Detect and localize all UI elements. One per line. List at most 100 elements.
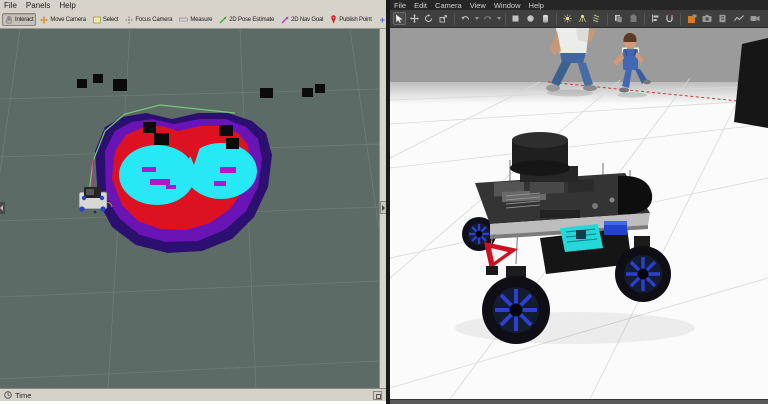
nav-goal-tool-button[interactable]: 2D Nav Goal xyxy=(278,13,326,26)
robot-wheel xyxy=(482,266,550,344)
video-record-button[interactable] xyxy=(748,12,761,25)
lidar-sensor xyxy=(510,132,578,182)
video-record-icon xyxy=(750,14,760,23)
copy-icon xyxy=(614,14,623,23)
toolbar-right-group xyxy=(700,12,761,25)
plot-button[interactable] xyxy=(732,12,745,25)
split-screen: File Panels Help Interact Move Camera xyxy=(0,0,768,404)
paste-button[interactable] xyxy=(627,12,640,25)
insert-box-button[interactable] xyxy=(510,12,523,25)
tool-label: 2D Nav Goal xyxy=(291,17,323,23)
align-button[interactable] xyxy=(649,12,662,25)
log-record-button[interactable] xyxy=(716,12,729,25)
rviz-3d-viewport[interactable] xyxy=(0,29,379,388)
spot-light-icon xyxy=(578,14,587,23)
time-panel-label: Time xyxy=(15,391,31,400)
obstacle-boxes xyxy=(77,74,325,98)
publish-point-pin-icon xyxy=(330,15,337,24)
tool-label: Interact xyxy=(15,17,33,23)
rviz-scene xyxy=(0,29,379,388)
undo-button[interactable] xyxy=(459,12,472,25)
rviz-window: File Panels Help Interact Move Camera xyxy=(0,0,386,404)
menu-file[interactable]: File xyxy=(394,1,406,10)
tool-label: Move Camera xyxy=(50,17,85,23)
menu-edit[interactable]: Edit xyxy=(414,1,427,10)
snap-button[interactable] xyxy=(663,12,676,25)
tool-label: 2D Pose Estimate xyxy=(229,17,274,23)
insert-sphere-button[interactable] xyxy=(524,12,537,25)
plot-icon xyxy=(734,14,744,23)
directional-light-button[interactable] xyxy=(590,12,603,25)
gazebo-window: File Edit Camera View Window Help xyxy=(386,0,768,404)
publish-point-tool-button[interactable]: Publish Point xyxy=(327,13,374,26)
menu-window[interactable]: Window xyxy=(494,1,521,10)
translate-button[interactable] xyxy=(408,12,421,25)
displays-panel-collapse-button[interactable] xyxy=(0,202,5,214)
rviz-toolbar: Interact Move Camera Select xyxy=(0,11,386,29)
tool-label: Publish Point xyxy=(339,17,371,23)
toolbar-separator xyxy=(505,13,506,25)
four-wheel-robot-model[interactable] xyxy=(455,132,695,344)
redo-icon xyxy=(483,14,492,23)
measure-icon xyxy=(179,16,188,23)
gazebo-bottom-bar xyxy=(390,399,768,404)
select-arrow-button[interactable] xyxy=(393,12,406,25)
focus-camera-tool-button[interactable]: Focus Camera xyxy=(122,13,175,26)
nav-goal-arrow-icon xyxy=(281,16,289,24)
pose-estimate-tool-button[interactable]: 2D Pose Estimate xyxy=(216,13,277,26)
clock-icon xyxy=(4,391,12,399)
redo-dropdown-caret[interactable] xyxy=(497,17,501,20)
menu-file[interactable]: File xyxy=(4,1,17,10)
view-angle-button[interactable] xyxy=(685,12,698,25)
scale-button[interactable] xyxy=(437,12,450,25)
insert-cylinder-button[interactable] xyxy=(539,12,552,25)
rotate-icon xyxy=(424,14,433,23)
box-shape-icon xyxy=(511,14,520,23)
toolbar-separator xyxy=(454,13,455,25)
time-panel-detach-button[interactable] xyxy=(373,391,382,400)
focus-camera-icon xyxy=(125,16,133,24)
toolbar-separator xyxy=(680,13,681,25)
rviz-menubar: File Panels Help xyxy=(0,0,386,11)
gazebo-scene xyxy=(390,28,768,399)
tool-label: Focus Camera xyxy=(135,17,172,23)
views-panel-strip xyxy=(379,29,386,388)
view-angle-icon xyxy=(687,14,697,24)
gazebo-toolbar xyxy=(390,10,768,28)
tool-label: Measure xyxy=(190,17,212,23)
point-light-button[interactable] xyxy=(561,12,574,25)
gazebo-3d-viewport[interactable] xyxy=(390,28,768,399)
redo-button[interactable] xyxy=(481,12,494,25)
toolbar-separator xyxy=(607,13,608,25)
menu-help[interactable]: Help xyxy=(529,1,544,10)
measure-tool-button[interactable]: Measure xyxy=(176,13,215,26)
gazebo-menubar: File Edit Camera View Window Help xyxy=(390,0,768,10)
undo-dropdown-caret[interactable] xyxy=(475,17,479,20)
rotate-button[interactable] xyxy=(423,12,436,25)
scale-icon xyxy=(439,14,448,23)
interact-tool-button[interactable]: Interact xyxy=(2,13,36,26)
hand-icon xyxy=(5,16,13,24)
toolbar-separator xyxy=(556,13,557,25)
move-camera-tool-button[interactable]: Move Camera xyxy=(37,13,88,26)
menu-panels[interactable]: Panels xyxy=(26,1,50,10)
move-camera-icon xyxy=(40,16,48,24)
log-record-icon xyxy=(718,14,727,23)
undo-icon xyxy=(461,14,470,23)
add-tool-button[interactable]: + xyxy=(380,15,385,25)
select-tool-button[interactable]: Select xyxy=(90,13,121,26)
menu-help[interactable]: Help xyxy=(59,1,75,10)
sphere-shape-icon xyxy=(526,14,535,23)
align-icon xyxy=(651,14,660,23)
tool-label: Select xyxy=(103,17,118,23)
pose-estimate-arrow-icon xyxy=(219,16,227,24)
menu-camera[interactable]: Camera xyxy=(435,1,462,10)
menu-view[interactable]: View xyxy=(470,1,486,10)
screenshot-button[interactable] xyxy=(700,12,713,25)
time-panel-header[interactable]: Time xyxy=(0,388,386,401)
select-box-icon xyxy=(93,16,101,24)
copy-button[interactable] xyxy=(612,12,625,25)
spot-light-button[interactable] xyxy=(576,12,589,25)
pcb-board xyxy=(560,224,603,252)
point-light-icon xyxy=(563,14,572,23)
